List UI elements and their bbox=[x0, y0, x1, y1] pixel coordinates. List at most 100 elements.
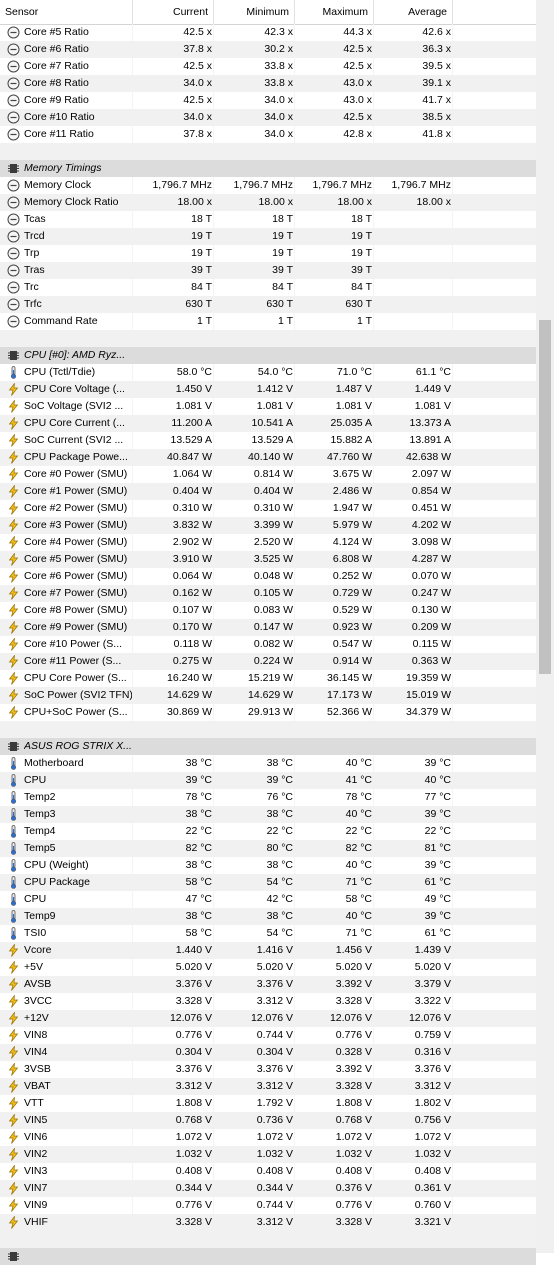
header-maximum[interactable]: Maximum bbox=[295, 0, 373, 24]
sensor-row[interactable]: Motherboard 38 °C 38 °C 40 °C 39 °C bbox=[0, 755, 536, 772]
sensor-row[interactable]: VIN4 0.304 V 0.304 V 0.328 V 0.316 V bbox=[0, 1044, 536, 1061]
sensor-row[interactable]: Core #2 Power (SMU) 0.310 W 0.310 W 1.947 W… bbox=[0, 500, 536, 517]
sensor-row[interactable]: Core #7 Power (SMU) 0.162 W 0.105 W 0.729 W… bbox=[0, 585, 536, 602]
sensor-row[interactable]: Core #10 Power (S... 0.118 W 0.082 W 0.547 … bbox=[0, 636, 536, 653]
maximum-value: 71 °C bbox=[345, 927, 372, 939]
header-minimum[interactable]: Minimum bbox=[214, 0, 294, 24]
group-header[interactable]: CPU [#0]: AMD Ryz... bbox=[0, 347, 536, 364]
sensor-row[interactable]: Core #1 Power (SMU) 0.404 W 0.404 W 2.486 W… bbox=[0, 483, 536, 500]
sensor-row[interactable]: AVSB 3.376 V 3.376 V 3.392 V 3.379 V bbox=[0, 976, 536, 993]
sensor-row[interactable]: CPU Package 58 °C 54 °C 71 °C 61 °C bbox=[0, 874, 536, 891]
maximum-value: 0.408 V bbox=[335, 1165, 372, 1177]
sensor-row[interactable]: Core #8 Power (SMU) 0.107 W 0.083 W 0.529 W… bbox=[0, 602, 536, 619]
sensor-row[interactable]: VIN2 1.032 V 1.032 V 1.032 V 1.032 V bbox=[0, 1146, 536, 1163]
sensor-row[interactable]: VIN8 0.776 V 0.744 V 0.776 V 0.759 V bbox=[0, 1027, 536, 1044]
sensor-row[interactable]: SoC Power (SVI2 TFN) 14.629 W 14.629 W 17.1… bbox=[0, 687, 536, 704]
sensor-row[interactable]: SoC Voltage (SVI2 ... 1.081 V 1.081 V 1.081… bbox=[0, 398, 536, 415]
sensor-name: Core #5 Power (SMU) bbox=[24, 553, 128, 565]
sensor-row[interactable]: Trp 19 T 19 T 19 T bbox=[0, 245, 536, 262]
sensor-row[interactable]: VBAT 3.312 V 3.312 V 3.328 V 3.312 V bbox=[0, 1078, 536, 1095]
sensor-row[interactable]: Memory Clock 1,796.7 MHz 1,796.7 MHz 1,796.… bbox=[0, 177, 536, 194]
group-header[interactable]: ASUS ROG STRIX X... bbox=[0, 738, 536, 755]
lightning-icon bbox=[7, 433, 20, 447]
sensor-name: CPU Core Current (... bbox=[24, 417, 125, 429]
average-value: 61 °C bbox=[424, 876, 451, 888]
sensor-row[interactable]: VHIF 3.328 V 3.312 V 3.328 V 3.321 V bbox=[0, 1214, 536, 1231]
chip-icon bbox=[7, 1250, 20, 1263]
sensor-row[interactable]: VIN6 1.072 V 1.072 V 1.072 V 1.072 V bbox=[0, 1129, 536, 1146]
sensor-row[interactable]: Temp2 78 °C 76 °C 78 °C 77 °C bbox=[0, 789, 536, 806]
vertical-scrollbar[interactable] bbox=[536, 0, 554, 1253]
current-value: 42.5 x bbox=[183, 94, 212, 106]
sensor-row[interactable]: Core #6 Power (SMU) 0.064 W 0.048 W 0.252 W… bbox=[0, 568, 536, 585]
sensor-row[interactable]: VIN7 0.344 V 0.344 V 0.376 V 0.361 V bbox=[0, 1180, 536, 1197]
group-header[interactable] bbox=[0, 1248, 536, 1265]
average-value: 0.756 V bbox=[414, 1114, 451, 1126]
sensor-row[interactable]: +5V 5.020 V 5.020 V 5.020 V 5.020 V bbox=[0, 959, 536, 976]
scrollbar-thumb[interactable] bbox=[539, 320, 551, 674]
minimum-value: 38 °C bbox=[266, 757, 293, 769]
sensor-row[interactable]: Core #3 Power (SMU) 3.832 W 3.399 W 5.979 W… bbox=[0, 517, 536, 534]
maximum-value: 71 °C bbox=[345, 876, 372, 888]
maximum-value: 3.675 W bbox=[332, 468, 372, 480]
sensor-name: Core #7 Ratio bbox=[24, 60, 89, 72]
sensor-row[interactable]: CPU Core Power (S... 16.240 W 15.219 W 36.1… bbox=[0, 670, 536, 687]
sensor-row[interactable]: CPU Core Current (... 11.200 A 10.541 A 25.… bbox=[0, 415, 536, 432]
sensor-row[interactable]: Vcore 1.440 V 1.416 V 1.456 V 1.439 V bbox=[0, 942, 536, 959]
clock-icon bbox=[7, 298, 20, 311]
sensor-row[interactable]: Core #5 Ratio 42.5 x 42.3 x 44.3 x 42.6 x bbox=[0, 24, 536, 41]
sensor-row[interactable]: Core #6 Ratio 37.8 x 30.2 x 42.5 x 36.3 x bbox=[0, 41, 536, 58]
sensor-row[interactable]: Temp9 38 °C 38 °C 40 °C 39 °C bbox=[0, 908, 536, 925]
sensor-row[interactable]: Temp4 22 °C 22 °C 22 °C 22 °C bbox=[0, 823, 536, 840]
sensor-name: CPU bbox=[24, 774, 47, 786]
sensor-row[interactable]: Tcas 18 T 18 T 18 T bbox=[0, 211, 536, 228]
average-value: 40 °C bbox=[424, 774, 451, 786]
sensor-row[interactable]: Trc 84 T 84 T 84 T bbox=[0, 279, 536, 296]
sensor-row[interactable]: Tras 39 T 39 T 39 T bbox=[0, 262, 536, 279]
group-header[interactable]: Memory Timings bbox=[0, 160, 536, 177]
sensor-row[interactable]: CPU (Weight) 38 °C 38 °C 40 °C 39 °C bbox=[0, 857, 536, 874]
sensor-row[interactable]: Core #0 Power (SMU) 1.064 W 0.814 W 3.675 W… bbox=[0, 466, 536, 483]
sensor-row[interactable]: SoC Current (SVI2 ... 13.529 A 13.529 A 15.… bbox=[0, 432, 536, 449]
header-sensor[interactable]: Sensor bbox=[0, 0, 132, 24]
sensor-row[interactable]: Core #11 Ratio 37.8 x 34.0 x 42.8 x 41.8 x bbox=[0, 126, 536, 143]
clock-icon bbox=[7, 213, 20, 226]
sensor-row[interactable]: 3VCC 3.328 V 3.312 V 3.328 V 3.322 V bbox=[0, 993, 536, 1010]
sensor-row[interactable]: VIN9 0.776 V 0.744 V 0.776 V 0.760 V bbox=[0, 1197, 536, 1214]
current-value: 0.107 W bbox=[172, 604, 212, 616]
current-value: 0.408 V bbox=[175, 1165, 212, 1177]
sensor-row[interactable]: Memory Clock Ratio 18.00 x 18.00 x 18.00 x 1… bbox=[0, 194, 536, 211]
sensor-row[interactable]: 3VSB 3.376 V 3.376 V 3.392 V 3.376 V bbox=[0, 1061, 536, 1078]
sensor-row[interactable]: VIN5 0.768 V 0.736 V 0.768 V 0.756 V bbox=[0, 1112, 536, 1129]
lightning-icon bbox=[7, 960, 20, 974]
sensor-row[interactable]: CPU Core Voltage (... 1.450 V 1.412 V 1.487… bbox=[0, 381, 536, 398]
sensor-name: Core #10 Ratio bbox=[24, 111, 95, 123]
sensor-row[interactable]: CPU Package Powe... 40.847 W 40.140 W 47.76… bbox=[0, 449, 536, 466]
sensor-row[interactable]: Core #5 Power (SMU) 3.910 W 3.525 W 6.808 W… bbox=[0, 551, 536, 568]
sensor-row[interactable]: TSI0 58 °C 54 °C 71 °C 61 °C bbox=[0, 925, 536, 942]
sensor-row[interactable]: Core #9 Ratio 42.5 x 34.0 x 43.0 x 41.7 x bbox=[0, 92, 536, 109]
sensor-row[interactable]: Core #10 Ratio 34.0 x 34.0 x 42.5 x 38.5 x bbox=[0, 109, 536, 126]
sensor-row[interactable]: Core #4 Power (SMU) 2.902 W 2.520 W 4.124 W… bbox=[0, 534, 536, 551]
sensor-row[interactable]: CPU+SoC Power (S... 30.869 W 29.913 W 52.36… bbox=[0, 704, 536, 721]
sensor-row[interactable]: VIN3 0.408 V 0.408 V 0.408 V 0.408 V bbox=[0, 1163, 536, 1180]
sensor-row[interactable]: Core #8 Ratio 34.0 x 33.8 x 43.0 x 39.1 x bbox=[0, 75, 536, 92]
sensor-row[interactable]: CPU (Tctl/Tdie) 58.0 °C 54.0 °C 71.0 °C 61.1… bbox=[0, 364, 536, 381]
header-average[interactable]: Average bbox=[374, 0, 452, 24]
sensor-row[interactable]: CPU 47 °C 42 °C 58 °C 49 °C bbox=[0, 891, 536, 908]
sensor-row[interactable]: Trcd 19 T 19 T 19 T bbox=[0, 228, 536, 245]
sensor-row[interactable]: +12V 12.076 V 12.076 V 12.076 V 12.076 V bbox=[0, 1010, 536, 1027]
sensor-row[interactable]: Command Rate 1 T 1 T 1 T bbox=[0, 313, 536, 330]
sensor-row[interactable]: CPU 39 °C 39 °C 41 °C 40 °C bbox=[0, 772, 536, 789]
maximum-value: 3.328 V bbox=[335, 995, 372, 1007]
sensor-row[interactable]: Core #7 Ratio 42.5 x 33.8 x 42.5 x 39.5 x bbox=[0, 58, 536, 75]
minimum-value: 3.312 V bbox=[256, 1216, 293, 1228]
header-current[interactable]: Current bbox=[133, 0, 213, 24]
sensor-row[interactable]: Trfc 630 T 630 T 630 T bbox=[0, 296, 536, 313]
sensor-row[interactable]: VTT 1.808 V 1.792 V 1.808 V 1.802 V bbox=[0, 1095, 536, 1112]
sensor-row[interactable]: Temp3 38 °C 38 °C 40 °C 39 °C bbox=[0, 806, 536, 823]
chip-icon bbox=[7, 162, 20, 175]
sensor-row[interactable]: Temp5 82 °C 80 °C 82 °C 81 °C bbox=[0, 840, 536, 857]
sensor-row[interactable]: Core #9 Power (SMU) 0.170 W 0.147 W 0.923 W… bbox=[0, 619, 536, 636]
sensor-row[interactable]: Core #11 Power (S... 0.275 W 0.224 W 0.914 … bbox=[0, 653, 536, 670]
